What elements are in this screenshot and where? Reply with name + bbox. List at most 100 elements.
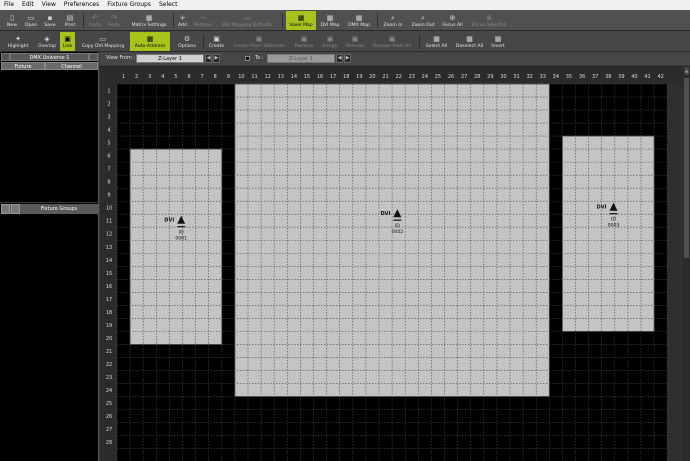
column-label: 21 bbox=[382, 74, 388, 80]
group-remove-button[interactable]: ▣ Remove bbox=[291, 32, 317, 51]
matrix-settings-button[interactable]: ▦ Matrix Settings bbox=[127, 11, 171, 30]
row-label: 22 bbox=[106, 362, 112, 368]
redo-button[interactable]: ↷ Redo bbox=[105, 11, 123, 30]
menu-preferences[interactable]: Preferences bbox=[60, 0, 103, 10]
scroll-thumb[interactable] bbox=[684, 78, 689, 258]
menu-view[interactable]: View bbox=[38, 0, 60, 10]
invert-icon: ▦ bbox=[494, 35, 502, 43]
minus-icon: − bbox=[200, 14, 206, 22]
column-fixture[interactable]: Fixture bbox=[1, 62, 45, 70]
row-label: 16 bbox=[106, 284, 112, 290]
row-label: 11 bbox=[106, 219, 112, 225]
undo-button[interactable]: ↶ Undo bbox=[86, 11, 104, 30]
view-from-prev-arrow[interactable]: ◀ bbox=[205, 54, 212, 63]
undo-icon: ↶ bbox=[92, 14, 98, 22]
column-label: 2 bbox=[135, 74, 138, 80]
remove-button[interactable]: − Remove bbox=[192, 11, 214, 30]
matrix-grid[interactable]: 1 2 3 4 5 6 7 8 9 10 11 12 13 14 15 16 17 18 19 20 21 22 23 24 2… bbox=[100, 66, 683, 461]
new-button[interactable]: ▯ New bbox=[3, 11, 21, 30]
fixture-type-label: DVI bbox=[164, 218, 174, 224]
dmx-universe-title[interactable]: DMX Universe 1 bbox=[10, 53, 89, 61]
create-selection-icon: ▣ bbox=[255, 35, 263, 43]
overlap-icon: ◈ bbox=[44, 35, 50, 43]
column-label: 19 bbox=[356, 74, 362, 80]
column-label: 11 bbox=[251, 74, 257, 80]
dmx-map-icon: ▦ bbox=[355, 14, 363, 22]
column-label: 5 bbox=[174, 74, 177, 80]
focus-all-button[interactable]: ⊕ Focus All bbox=[440, 11, 465, 30]
voxel-map-canvas[interactable]: 1 2 3 4 5 6 7 8 9 10 11 12 13 14 15 16 17 18 19 20 21 22 23 24 2… bbox=[100, 66, 690, 461]
deselect-all-button[interactable]: ▦ Deselect All bbox=[453, 32, 486, 51]
next-universe-button[interactable] bbox=[89, 53, 98, 61]
column-label: 26 bbox=[448, 74, 454, 80]
dmx-map-button[interactable]: ▦ DMX Map bbox=[345, 11, 373, 30]
separator bbox=[282, 13, 283, 28]
separator bbox=[377, 13, 378, 28]
to-checkbox[interactable] bbox=[245, 56, 250, 61]
options-button[interactable]: ⚙ Options bbox=[174, 32, 200, 51]
column-label: 9 bbox=[227, 74, 230, 80]
column-label: 17 bbox=[330, 74, 336, 80]
focus-selected-icon: ⊕ bbox=[486, 14, 492, 22]
printer-icon: ▤ bbox=[66, 14, 74, 22]
to-next-arrow[interactable]: ▶ bbox=[344, 54, 351, 63]
highlight-button[interactable]: ✦ Highlight bbox=[3, 32, 33, 51]
row-label: 15 bbox=[106, 271, 112, 277]
column-label: 32 bbox=[526, 74, 532, 80]
to-label: To : bbox=[255, 55, 264, 61]
link-button[interactable]: ▣ Link bbox=[60, 32, 75, 51]
create-from-selection-button[interactable]: ▣ Create From Selection bbox=[229, 32, 289, 51]
vertical-scrollbar[interactable]: ▲ bbox=[683, 66, 690, 461]
focus-all-icon: ⊕ bbox=[449, 14, 456, 22]
voxel-map-button[interactable]: ▦ Voxel Map bbox=[286, 11, 316, 30]
dmx-table-header: Fixture Channel bbox=[1, 62, 98, 70]
invert-button[interactable]: ▦ Invert bbox=[488, 32, 508, 51]
open-button[interactable]: ▭ Open bbox=[22, 11, 40, 30]
scroll-up-icon[interactable]: ▲ bbox=[684, 67, 689, 75]
plus-icon: + bbox=[179, 14, 186, 22]
auto-address-button[interactable]: ▦ Auto-Address bbox=[130, 32, 170, 51]
previous-universe-button[interactable] bbox=[1, 53, 10, 61]
column-label: 15 bbox=[304, 74, 310, 80]
zoom-in-icon: ⌕ bbox=[391, 14, 395, 22]
release-from-all-button[interactable]: ▣ Release From All bbox=[369, 32, 415, 51]
dvi-mapping-defaults-button[interactable]: ▭ DVI Mapping Defaults bbox=[218, 11, 276, 30]
dvi-map-button[interactable]: ▦ DVI Map bbox=[318, 11, 342, 30]
assign-button[interactable]: ▣ Assign bbox=[319, 32, 341, 51]
view-from-select[interactable]: Z-Layer 1 bbox=[136, 54, 204, 63]
column-label: 22 bbox=[395, 74, 401, 80]
fixture-id-label: ID bbox=[395, 223, 400, 229]
row-label: 5 bbox=[107, 141, 110, 147]
to-select[interactable]: Z-Layer 1 bbox=[267, 54, 335, 63]
to-prev-arrow[interactable]: ◀ bbox=[336, 54, 343, 63]
select-all-icon: ▦ bbox=[433, 35, 440, 43]
menu-file[interactable]: File bbox=[0, 0, 18, 10]
menu-fixture-groups[interactable]: Fixture Groups bbox=[103, 0, 155, 10]
menu-select[interactable]: Select bbox=[155, 0, 182, 10]
focus-selected-button[interactable]: ⊕ Focus Selected bbox=[467, 11, 511, 30]
column-label: 39 bbox=[618, 74, 624, 80]
release-button[interactable]: ▣ Release bbox=[343, 32, 367, 51]
separator bbox=[419, 34, 420, 49]
row-label: 10 bbox=[106, 206, 112, 212]
fixture-groups-button-b[interactable] bbox=[11, 204, 20, 214]
row-label: 13 bbox=[106, 245, 112, 251]
zoom-in-button[interactable]: ⌕ Zoom In bbox=[380, 11, 406, 30]
add-button[interactable]: + Add bbox=[175, 11, 190, 30]
zoom-out-button[interactable]: ⌕ Zoom Out bbox=[409, 11, 437, 30]
column-channel[interactable]: Channel bbox=[45, 62, 98, 70]
save-button[interactable]: ▪ Save bbox=[41, 11, 59, 30]
deselect-all-icon: ▦ bbox=[466, 35, 473, 43]
fixture-groups-button-a[interactable] bbox=[1, 204, 10, 214]
select-all-button[interactable]: ▦ Select All bbox=[422, 32, 451, 51]
fixture-id-label: ID bbox=[611, 217, 616, 223]
create-button[interactable]: ▣ Create bbox=[206, 32, 227, 51]
copy-dvi-mapping-button[interactable]: ▭ Copy DVI Mapping bbox=[78, 32, 128, 51]
view-from-next-arrow[interactable]: ▶ bbox=[213, 54, 220, 63]
new-file-icon: ▯ bbox=[10, 14, 14, 22]
overlap-button[interactable]: ◈ Overlap bbox=[35, 32, 59, 51]
print-button[interactable]: ▤ Print bbox=[60, 11, 80, 30]
menu-edit[interactable]: Edit bbox=[18, 0, 38, 10]
voxel-map-icon: ▦ bbox=[297, 14, 305, 22]
fixture-groups-panel: Fixture Groups bbox=[0, 203, 99, 461]
